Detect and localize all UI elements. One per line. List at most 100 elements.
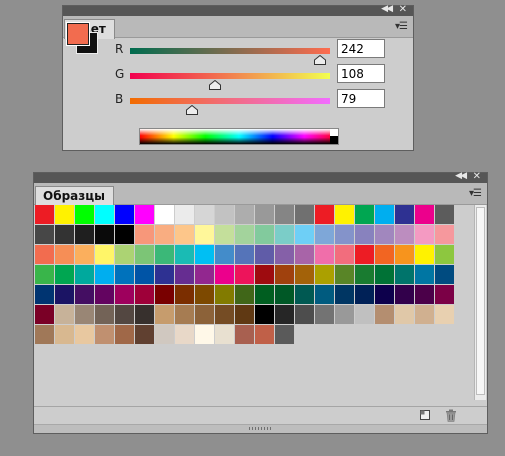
channel-value-b[interactable]: 79 <box>337 89 385 108</box>
swatch-cell[interactable] <box>315 225 334 244</box>
swatch-cell[interactable] <box>255 325 274 344</box>
swatch-cell[interactable] <box>395 305 414 324</box>
swatch-cell[interactable] <box>235 285 254 304</box>
swatch-cell[interactable] <box>235 305 254 324</box>
collapse-icon[interactable]: ◀◀ <box>455 171 467 181</box>
swatch-cell[interactable] <box>75 285 94 304</box>
swatch-cell[interactable] <box>215 265 234 284</box>
swatch-cell[interactable] <box>55 225 74 244</box>
swatch-cell[interactable] <box>135 245 154 264</box>
swatch-cell[interactable] <box>435 205 454 224</box>
swatch-cell[interactable] <box>375 245 394 264</box>
swatch-cell[interactable] <box>95 265 114 284</box>
swatch-cell[interactable] <box>435 285 454 304</box>
swatch-cell[interactable] <box>275 245 294 264</box>
swatch-cell[interactable] <box>255 245 274 264</box>
swatch-cell[interactable] <box>315 285 334 304</box>
swatch-cell[interactable] <box>155 305 174 324</box>
swatch-cell[interactable] <box>175 205 194 224</box>
spectrum-black-chip[interactable] <box>330 136 338 144</box>
swatch-cell[interactable] <box>195 205 214 224</box>
swatch-cell[interactable] <box>375 205 394 224</box>
swatch-cell[interactable] <box>275 265 294 284</box>
foreground-color-swatch[interactable] <box>66 22 90 46</box>
swatch-cell[interactable] <box>135 265 154 284</box>
swatch-cell[interactable] <box>35 245 54 264</box>
swatch-cell[interactable] <box>295 205 314 224</box>
swatch-cell[interactable] <box>275 285 294 304</box>
swatch-cell[interactable] <box>375 265 394 284</box>
swatch-cell[interactable] <box>415 205 434 224</box>
swatch-cell[interactable] <box>35 205 54 224</box>
swatch-cell[interactable] <box>235 245 254 264</box>
swatch-cell[interactable] <box>215 245 234 264</box>
swatch-cell[interactable] <box>435 305 454 324</box>
swatch-cell[interactable] <box>195 225 214 244</box>
swatch-cell[interactable] <box>415 265 434 284</box>
swatch-cell[interactable] <box>415 305 434 324</box>
swatch-cell[interactable] <box>115 225 134 244</box>
swatch-cell[interactable] <box>55 245 74 264</box>
swatch-cell[interactable] <box>395 265 414 284</box>
swatch-cell[interactable] <box>195 285 214 304</box>
vertical-scrollbar[interactable] <box>474 205 486 400</box>
swatch-cell[interactable] <box>115 205 134 224</box>
swatch-cell[interactable] <box>175 265 194 284</box>
swatch-cell[interactable] <box>435 245 454 264</box>
swatch-cell[interactable] <box>355 225 374 244</box>
swatch-cell[interactable] <box>155 285 174 304</box>
swatch-cell[interactable] <box>155 205 174 224</box>
close-icon[interactable]: ✕ <box>473 171 481 182</box>
close-icon[interactable]: ✕ <box>399 4 407 15</box>
swatch-cell[interactable] <box>435 225 454 244</box>
panel-menu-icon[interactable]: ▾☰ <box>395 21 408 32</box>
swatch-cell[interactable] <box>315 245 334 264</box>
swatch-cell[interactable] <box>115 325 134 344</box>
swatch-cell[interactable] <box>75 225 94 244</box>
swatch-cell[interactable] <box>55 205 74 224</box>
swatch-cell[interactable] <box>75 305 94 324</box>
swatch-cell[interactable] <box>395 285 414 304</box>
swatch-cell[interactable] <box>355 205 374 224</box>
swatch-cell[interactable] <box>315 265 334 284</box>
scrollbar-thumb[interactable] <box>476 207 485 395</box>
swatch-cell[interactable] <box>295 225 314 244</box>
swatch-cell[interactable] <box>55 285 74 304</box>
swatch-cell[interactable] <box>115 305 134 324</box>
swatch-cell[interactable] <box>355 265 374 284</box>
swatch-cell[interactable] <box>235 205 254 224</box>
swatch-cell[interactable] <box>275 305 294 324</box>
swatch-cell[interactable] <box>195 265 214 284</box>
channel-slider-b[interactable] <box>130 98 330 104</box>
swatch-cell[interactable] <box>395 205 414 224</box>
swatch-cell[interactable] <box>395 225 414 244</box>
swatch-cell[interactable] <box>35 265 54 284</box>
swatch-cell[interactable] <box>215 305 234 324</box>
swatch-cell[interactable] <box>115 285 134 304</box>
swatch-cell[interactable] <box>195 325 214 344</box>
channel-slider-g[interactable] <box>130 73 330 79</box>
swatch-cell[interactable] <box>335 205 354 224</box>
swatch-cell[interactable] <box>255 305 274 324</box>
swatch-cell[interactable] <box>375 305 394 324</box>
swatch-cell[interactable] <box>255 285 274 304</box>
swatch-cell[interactable] <box>95 305 114 324</box>
swatch-cell[interactable] <box>395 245 414 264</box>
channel-slider-r[interactable] <box>130 48 330 54</box>
swatch-cell[interactable] <box>95 325 114 344</box>
swatch-cell[interactable] <box>335 305 354 324</box>
swatch-cell[interactable] <box>95 205 114 224</box>
swatch-cell[interactable] <box>295 265 314 284</box>
swatch-cell[interactable] <box>55 265 74 284</box>
swatch-cell[interactable] <box>375 285 394 304</box>
swatch-cell[interactable] <box>155 265 174 284</box>
swatch-cell[interactable] <box>415 225 434 244</box>
swatch-cell[interactable] <box>255 205 274 224</box>
swatch-cell[interactable] <box>215 225 234 244</box>
swatch-cell[interactable] <box>415 285 434 304</box>
swatch-cell[interactable] <box>195 245 214 264</box>
swatch-cell[interactable] <box>155 245 174 264</box>
swatch-cell[interactable] <box>195 305 214 324</box>
swatch-cell[interactable] <box>335 265 354 284</box>
swatch-cell[interactable] <box>335 245 354 264</box>
